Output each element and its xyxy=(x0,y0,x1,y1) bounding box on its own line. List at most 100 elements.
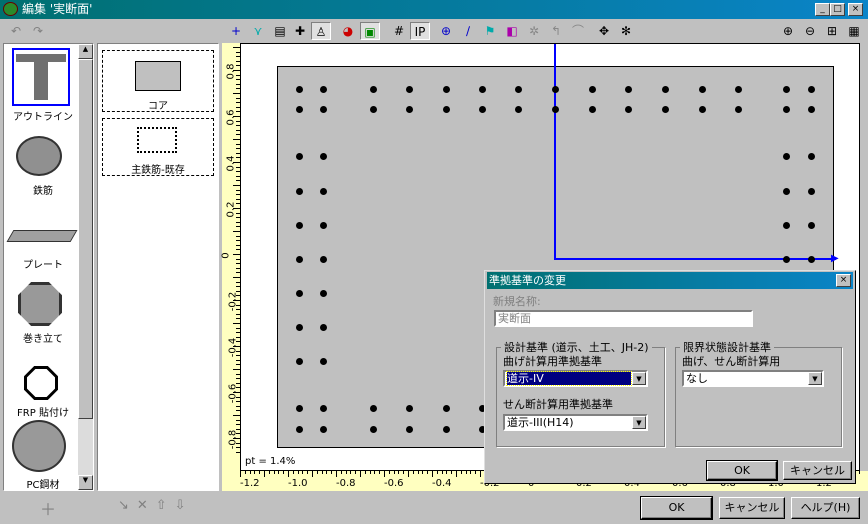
jacketing-icon[interactable] xyxy=(18,282,62,326)
rebar-dot[interactable] xyxy=(296,324,303,331)
rebar-dot[interactable] xyxy=(296,358,303,365)
rebar-dot[interactable] xyxy=(735,86,742,93)
bend-standard-select[interactable]: 道示-IV ▼ xyxy=(503,370,648,387)
redo-button[interactable]: ↷ xyxy=(28,22,48,40)
rebar-dot[interactable] xyxy=(735,106,742,113)
dropdown-arrow-icon[interactable]: ▼ xyxy=(632,416,646,429)
dialog-ok-button[interactable]: OK xyxy=(706,460,778,481)
dialog-close-button[interactable]: × xyxy=(836,274,851,287)
rebar-dot[interactable] xyxy=(296,106,303,113)
zoom-out-icon[interactable]: ⊖ xyxy=(800,22,820,40)
rebar-dot[interactable] xyxy=(370,405,377,412)
rebar-dot[interactable] xyxy=(320,324,327,331)
rebar-dot[interactable] xyxy=(296,222,303,229)
rebar-dot[interactable] xyxy=(443,426,450,433)
outline-icon[interactable] xyxy=(12,48,70,106)
rebar-dot[interactable] xyxy=(443,405,450,412)
node-icon[interactable]: ⊕ xyxy=(436,22,456,40)
rebar-dot[interactable] xyxy=(320,426,327,433)
close-button[interactable]: × xyxy=(848,3,863,16)
rebar-dot[interactable] xyxy=(406,426,413,433)
rebar-dot[interactable] xyxy=(320,405,327,412)
dialog-cancel-button[interactable]: キャンセル xyxy=(783,461,852,480)
rebar-dot[interactable] xyxy=(808,86,815,93)
rebar-dot[interactable] xyxy=(783,86,790,93)
rebar-dot[interactable] xyxy=(320,106,327,113)
rebar-dot[interactable] xyxy=(808,106,815,113)
tool-icon[interactable]: ✲ xyxy=(524,22,544,40)
rebar-dot[interactable] xyxy=(320,256,327,263)
dropdown-arrow-icon[interactable]: ▼ xyxy=(632,372,646,385)
rebar-dot[interactable] xyxy=(808,256,815,263)
rebar-dot[interactable] xyxy=(589,86,596,93)
add-icon[interactable]: ＋ xyxy=(40,496,56,520)
rebar-dot[interactable] xyxy=(406,106,413,113)
rebar-dot[interactable] xyxy=(783,188,790,195)
color-icon[interactable]: ▣ xyxy=(360,22,380,40)
rebar-dot[interactable] xyxy=(515,86,522,93)
rebar-dot[interactable] xyxy=(589,106,596,113)
rebar-dot[interactable] xyxy=(783,153,790,160)
dimension-icon[interactable]: IP xyxy=(410,22,430,40)
rebar-dot[interactable] xyxy=(443,86,450,93)
scatter-icon[interactable]: ✻ xyxy=(616,22,636,40)
rebar-dot[interactable] xyxy=(296,426,303,433)
rebar-dot[interactable] xyxy=(808,222,815,229)
frp-icon[interactable] xyxy=(24,366,58,400)
plate-icon[interactable] xyxy=(6,230,78,242)
line-icon[interactable]: ∕ xyxy=(458,22,478,40)
rebar-dot[interactable] xyxy=(443,106,450,113)
rebar-dot[interactable] xyxy=(808,188,815,195)
rebar-dot[interactable] xyxy=(296,153,303,160)
edit-tools-icon[interactable]: ↘✕⇧⇩ xyxy=(118,498,194,513)
flag-icon[interactable]: ⚑ xyxy=(480,22,500,40)
cancel-button[interactable]: キャンセル xyxy=(719,497,785,519)
rebar-dot[interactable] xyxy=(515,106,522,113)
rebar-dot[interactable] xyxy=(296,405,303,412)
rebar-dot[interactable] xyxy=(406,86,413,93)
rebar-dot[interactable] xyxy=(699,86,706,93)
rebar-icon[interactable] xyxy=(16,136,62,176)
rebar-dot[interactable] xyxy=(296,290,303,297)
rebar-dot[interactable] xyxy=(808,153,815,160)
rebar-dot[interactable] xyxy=(479,86,486,93)
help-button[interactable]: ヘルプ(H) xyxy=(791,497,860,519)
fit-icon[interactable]: ⊞ xyxy=(822,22,842,40)
rebar-dot[interactable] xyxy=(320,86,327,93)
limit-state-select[interactable]: なし ▼ xyxy=(682,370,824,387)
rebar-dot[interactable] xyxy=(296,188,303,195)
rebar-dot[interactable] xyxy=(296,86,303,93)
shape-icon[interactable]: ◧ xyxy=(502,22,522,40)
rebar-dot[interactable] xyxy=(320,290,327,297)
grid-icon[interactable]: # xyxy=(389,22,409,40)
rebar-dot[interactable] xyxy=(662,106,669,113)
pc-steel-icon[interactable] xyxy=(12,420,66,472)
rebar-dot[interactable] xyxy=(370,106,377,113)
shear-standard-select[interactable]: 道示-III(H14) ▼ xyxy=(503,414,648,431)
rebar-dot[interactable] xyxy=(662,86,669,93)
fold-icon[interactable]: ⋎ xyxy=(248,22,268,40)
add-point-icon[interactable]: + xyxy=(226,22,246,40)
template-core[interactable]: コア xyxy=(102,50,214,112)
scroll-up-button[interactable]: ▲ xyxy=(78,44,93,59)
rebar-dot[interactable] xyxy=(320,153,327,160)
rebar-dot[interactable] xyxy=(783,222,790,229)
rebar-dot[interactable] xyxy=(552,86,559,93)
rebar-dot[interactable] xyxy=(625,86,632,93)
arch-icon[interactable]: ⌒ xyxy=(568,22,588,40)
rebar-dot[interactable] xyxy=(552,106,559,113)
rebar-dot[interactable] xyxy=(370,426,377,433)
rebar-dot[interactable] xyxy=(783,106,790,113)
rebar-dot[interactable] xyxy=(625,106,632,113)
rebar-dot[interactable] xyxy=(320,358,327,365)
palette-icon[interactable]: ◕ xyxy=(338,22,358,40)
rebar-dot[interactable] xyxy=(699,106,706,113)
ok-button[interactable]: OK xyxy=(640,496,713,520)
undo-button[interactable]: ↶ xyxy=(6,22,26,40)
cross-icon[interactable]: ✚ xyxy=(290,22,310,40)
rebar-dot[interactable] xyxy=(320,188,327,195)
rebar-dot[interactable] xyxy=(320,222,327,229)
zoom-in-icon[interactable]: ⊕ xyxy=(778,22,798,40)
window-icon[interactable]: ▦ xyxy=(844,22,864,40)
hook-icon[interactable]: ↰ xyxy=(546,22,566,40)
